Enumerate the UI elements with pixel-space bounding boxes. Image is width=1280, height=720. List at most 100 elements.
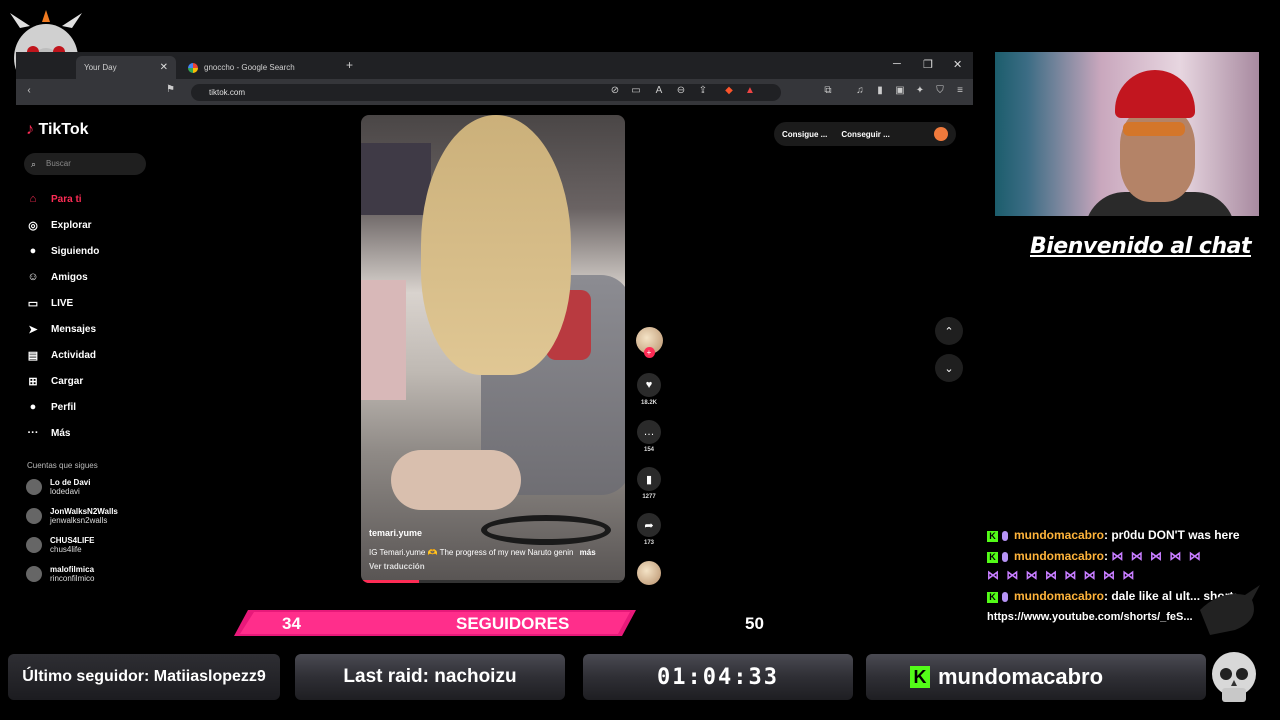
bookmark-icon[interactable]: ⚑ — [166, 84, 175, 95]
menu-icon[interactable]: ≡ — [953, 85, 967, 96]
chat-text: : pr0du DON'T was here — [1104, 528, 1240, 542]
following-title: Cuentas que sigues — [27, 461, 98, 470]
heart-icon[interactable]: ♥ — [637, 373, 661, 397]
sidebar-item-label: Mensajes — [51, 323, 97, 335]
brave-shield-icon[interactable]: ◆ — [722, 85, 736, 96]
music-disc-icon[interactable] — [637, 561, 661, 585]
share-arrow-icon[interactable]: ➦ — [637, 513, 661, 537]
follow-plus-icon[interactable]: + — [643, 347, 655, 358]
creator-avatar[interactable]: + — [634, 327, 664, 358]
sidebar-item-label: Perfil — [51, 401, 77, 413]
account-handle: lodedavi — [50, 487, 80, 496]
promo-right[interactable]: Conseguir ... — [841, 130, 889, 139]
save-action[interactable]: ▮ 1277 — [634, 467, 664, 500]
share-icon[interactable]: ⇪ — [696, 85, 710, 96]
close-tab-icon[interactable]: ✕ — [160, 62, 168, 73]
avatar — [26, 508, 42, 524]
sidebar-item[interactable]: ▤ Actividad — [24, 342, 99, 368]
cam-glasses — [1123, 122, 1185, 136]
last-raid-panel: Last raid: nachoizu — [295, 654, 565, 700]
bookmark-icon[interactable]: ▮ — [637, 467, 661, 491]
caption-more-link[interactable]: más — [580, 548, 596, 557]
followed-account[interactable]: CHUS4LIFE chus4life — [26, 536, 94, 554]
video-shelf — [361, 143, 431, 215]
ai-icon[interactable]: ✦ — [913, 85, 927, 96]
sidebar-item-label: Cargar — [51, 375, 84, 387]
chat-user: mundomacabro — [1014, 549, 1105, 563]
like-action[interactable]: ♥ 18.2K — [634, 373, 664, 406]
account-name: JonWalksN2Walls — [50, 507, 118, 516]
account-handle: jenwalksn2walls — [50, 516, 108, 525]
sidebar-item-label: Para ti — [51, 193, 82, 205]
restore-button[interactable]: ❐ — [923, 58, 933, 71]
vpn-icon[interactable]: ⛉ — [933, 85, 947, 96]
media-icon[interactable]: ♫ — [853, 85, 867, 96]
tab-active[interactable]: Your Day ✕ — [76, 56, 176, 79]
url-text: tiktok.com — [209, 88, 246, 97]
promo-pill[interactable]: Consigue ... Conseguir ... — [774, 122, 956, 146]
kick-badge-icon: K — [987, 531, 998, 542]
cast-icon[interactable]: ▭ — [629, 85, 643, 96]
wallet-icon[interactable]: ▣ — [893, 85, 907, 96]
close-window-button[interactable]: ✕ — [953, 58, 962, 71]
sidebar-item[interactable]: ⊞ Cargar — [24, 368, 99, 394]
translate-icon[interactable]: A — [652, 85, 666, 96]
chevron-up-icon[interactable]: ⌃ — [935, 317, 963, 345]
video-person-hair — [421, 115, 571, 375]
comment-action[interactable]: … 154 — [634, 420, 664, 453]
account-handle: chus4life — [50, 545, 82, 554]
search-input[interactable]: ⌕ Buscar — [24, 153, 146, 175]
sidebar-item[interactable]: ➤ Mensajes — [24, 316, 99, 342]
reader-icon[interactable]: ⊘ — [608, 85, 622, 96]
minimize-button[interactable]: ─ — [893, 58, 901, 70]
sidebar-item[interactable]: ☺ Amigos — [24, 264, 99, 290]
caption-text: IG Temari.yume 🫶 The progress of my new … — [369, 548, 574, 557]
url-bar[interactable]: tiktok.com — [191, 84, 781, 101]
sidebar-item[interactable]: ◎ Explorar — [24, 212, 99, 238]
screenshot-icon[interactable]: ⧉ — [821, 85, 835, 96]
chevron-down-icon[interactable]: ⌄ — [935, 354, 963, 382]
sidebar-item-label: LIVE — [51, 297, 74, 309]
followed-account[interactable]: Lo de Davi lodedavi — [26, 478, 90, 496]
kick-badge-icon: K — [987, 592, 998, 603]
chat-user: mundomacabro — [1014, 528, 1105, 542]
save-count: 1277 — [642, 494, 656, 500]
video-player[interactable]: temari.yume IG Temari.yume 🫶 The progres… — [361, 115, 625, 583]
share-action[interactable]: ➦ 173 — [634, 513, 664, 546]
translate-link[interactable]: Ver traducción — [369, 562, 425, 571]
sidebar-item[interactable]: ··· Más — [24, 420, 99, 446]
sidebar-icon[interactable]: ▮ — [873, 85, 887, 96]
sidebar-item[interactable]: ▭ LIVE — [24, 290, 99, 316]
sidebar-item-label: Actividad — [51, 349, 97, 361]
sidebar-item-label: Amigos — [51, 271, 88, 283]
tab-google-search[interactable]: gnoccho - Google Search — [180, 56, 340, 79]
kick-logo-icon: K — [910, 666, 930, 688]
new-tab-button[interactable]: + — [346, 58, 353, 72]
browser-window: Your Day ✕ gnoccho - Google Search + ─ ❐… — [16, 52, 973, 600]
zoom-icon[interactable]: ⊖ — [674, 85, 688, 96]
account-handle: rinconfilmico — [50, 574, 95, 583]
profile-icon: ● — [29, 401, 37, 413]
sidebar-item[interactable]: ● Siguiendo — [24, 238, 100, 264]
mic-badge-icon — [1002, 591, 1008, 602]
avatar[interactable]: + — [635, 327, 663, 358]
video-username[interactable]: temari.yume — [369, 528, 422, 538]
brave-rewards-icon[interactable]: ▲ — [743, 85, 757, 96]
avatar — [26, 479, 42, 495]
tiktok-note-icon: ♪ — [26, 121, 34, 138]
coin-icon[interactable] — [934, 127, 948, 141]
followed-account[interactable]: JonWalksN2Walls jenwalksn2walls — [26, 507, 118, 525]
activity-icon: ▤ — [27, 349, 39, 362]
back-icon[interactable]: ‹ — [22, 85, 36, 96]
avatar — [26, 566, 42, 582]
sidebar-item[interactable]: ● Perfil — [24, 394, 99, 420]
comment-icon[interactable]: … — [637, 420, 661, 444]
follower-count: 34 — [282, 614, 301, 633]
music-disc[interactable] — [634, 561, 664, 585]
sidebar-item[interactable]: ⌂ Para ti — [24, 186, 99, 212]
promo-left[interactable]: Consigue ... — [782, 130, 827, 139]
video-progress-bar[interactable] — [361, 580, 625, 583]
account-name: Lo de Davi — [50, 478, 91, 487]
tiktok-logo[interactable]: ♪ TikTok — [26, 121, 89, 139]
followed-account[interactable]: malofilmica rinconfilmico — [26, 565, 94, 583]
